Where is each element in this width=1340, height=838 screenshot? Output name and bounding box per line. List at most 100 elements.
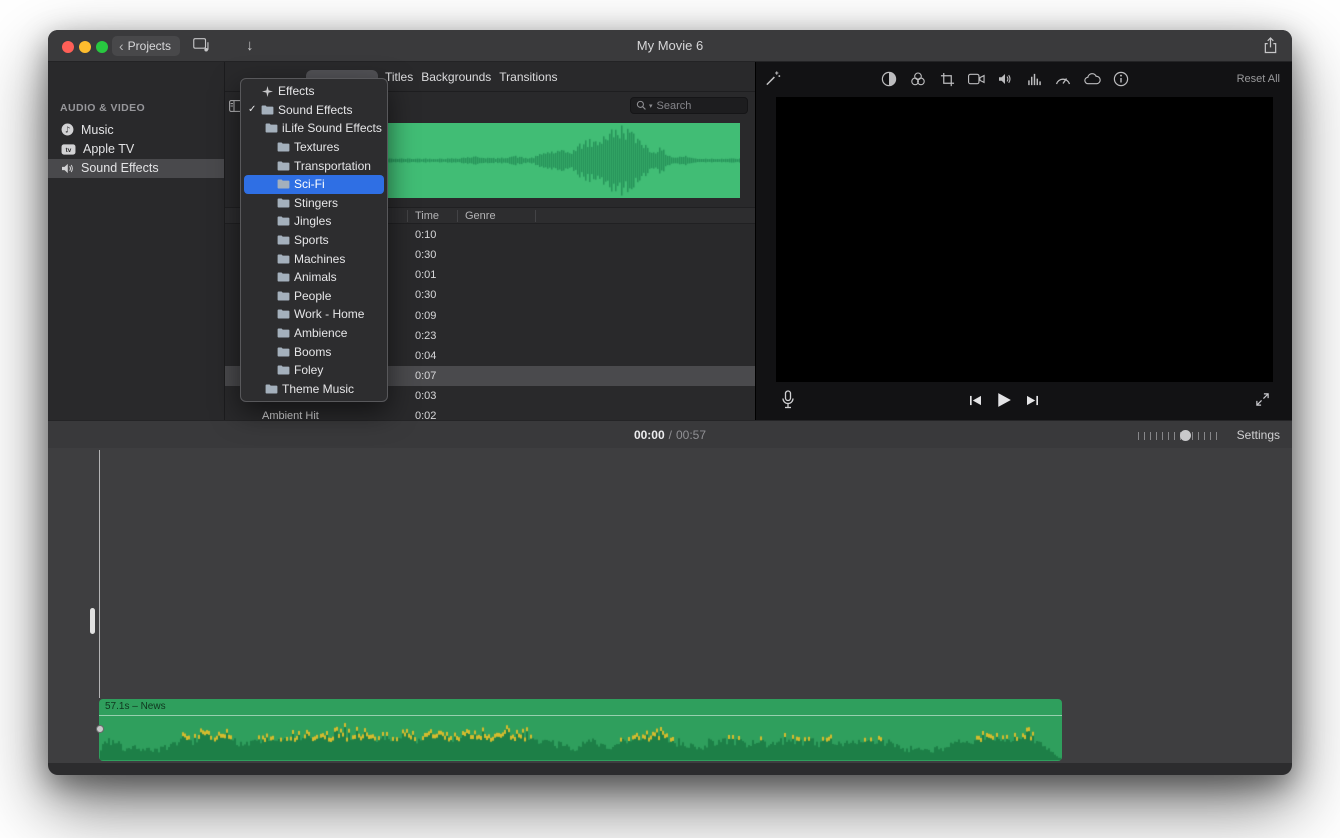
menu-item[interactable]: ✓ Theme Music <box>244 380 384 399</box>
timeline-time-display: 00:00/00:57 <box>48 428 1292 442</box>
column-divider <box>457 210 458 222</box>
row-time: 0:30 <box>415 249 436 261</box>
tab-transitions[interactable]: Transitions <box>499 70 557 84</box>
search-scope-chevron-icon: ▾ <box>649 102 653 110</box>
folder-icon <box>277 142 290 152</box>
noise-reduction-icon[interactable] <box>1025 73 1043 86</box>
menu-item[interactable]: ✓ Animals <box>244 268 384 287</box>
imovie-window: ‹ Projects ↓ My Movie 6 AUDIO & VIDEO ♪ … <box>48 30 1292 775</box>
magic-wand-icon[interactable] <box>764 70 781 87</box>
sound-effect-row[interactable]: Ambient Hit 0:02 <box>225 406 755 420</box>
menu-item-label: Booms <box>294 345 331 359</box>
column-header-genre[interactable]: Genre <box>465 210 496 222</box>
menu-item[interactable]: ✓ Foley <box>244 361 384 380</box>
playhead[interactable] <box>99 450 100 698</box>
menu-item-label: Theme Music <box>282 382 354 396</box>
menu-item-label: Effects <box>278 84 314 98</box>
menu-item[interactable]: ✓ Stingers <box>244 194 384 213</box>
volume-icon[interactable] <box>996 73 1014 85</box>
fade-handle[interactable] <box>96 725 104 733</box>
play-icon[interactable] <box>996 392 1012 408</box>
menu-item[interactable]: ✓ Sci-Fi <box>244 175 384 194</box>
current-time: 00:00 <box>634 428 665 442</box>
search-icon <box>636 100 647 111</box>
column-divider <box>535 210 536 222</box>
search-input[interactable] <box>655 99 742 113</box>
menu-item-label: Sci-Fi <box>294 177 325 191</box>
menu-item[interactable]: ✓ Jingles <box>244 212 384 231</box>
crop-icon[interactable] <box>938 72 956 87</box>
row-time: 0:02 <box>415 410 436 420</box>
sidebar-item-music[interactable]: ♪ Music <box>48 120 224 139</box>
menu-item[interactable]: ✓ People <box>244 287 384 306</box>
effects-cloud-icon[interactable] <box>1083 73 1101 85</box>
timeline-toolbar: 00:00/00:57 Settings <box>48 420 1292 448</box>
sidebar-item-sound-effects[interactable]: Sound Effects <box>48 159 224 178</box>
settings-button[interactable]: Settings <box>1237 428 1280 442</box>
svg-text:♪: ♪ <box>65 125 70 135</box>
menu-item[interactable]: ✓ Ambience <box>244 324 384 343</box>
sparkle-icon <box>262 86 273 97</box>
column-divider <box>407 210 408 222</box>
zoom-slider-thumb[interactable] <box>1180 430 1191 441</box>
previous-frame-icon[interactable] <box>969 395 982 406</box>
share-icon[interactable] <box>1263 37 1278 54</box>
menu-item[interactable]: ✓ Work - Home <box>244 305 384 324</box>
color-balance-icon[interactable] <box>880 71 898 87</box>
search-field[interactable]: ▾ <box>630 97 748 114</box>
sidebar-item-label: Sound Effects <box>81 161 159 175</box>
menu-item-label: Ambience <box>294 326 347 340</box>
sidebar-item-apple-tv[interactable]: tv Apple TV <box>48 139 224 158</box>
audio-clip[interactable]: 57.1s – News <box>99 699 1062 761</box>
column-header-time[interactable]: Time <box>415 210 439 222</box>
fullscreen-icon[interactable] <box>1255 392 1270 407</box>
menu-item-label: Stingers <box>294 196 338 210</box>
speed-icon[interactable] <box>1054 73 1072 85</box>
row-time: 0:03 <box>415 390 436 402</box>
library-sidebar: AUDIO & VIDEO ♪ Music tv Apple TV Sound … <box>48 62 225 420</box>
folder-icon <box>261 105 274 115</box>
menu-item-label: Machines <box>294 252 345 266</box>
menu-item[interactable]: ✓ Sports <box>244 231 384 250</box>
menu-item[interactable]: ✓ Transportation <box>244 156 384 175</box>
folder-icon <box>277 328 290 338</box>
svg-text:tv: tv <box>66 147 72 154</box>
folder-icon <box>277 309 290 319</box>
music-note-icon: ♪ <box>61 123 74 136</box>
volume-line[interactable] <box>99 715 1062 716</box>
color-correction-icon[interactable] <box>909 71 927 87</box>
reset-all-button[interactable]: Reset All <box>1237 73 1280 85</box>
menu-item[interactable]: ✓ Effects <box>244 82 384 101</box>
menu-item[interactable]: ✓ Sound Effects <box>244 101 384 120</box>
menu-item[interactable]: ✓ Textures <box>244 138 384 157</box>
timeline-area[interactable]: 57.1s – News <box>48 448 1292 763</box>
next-frame-icon[interactable] <box>1026 395 1039 406</box>
folder-icon <box>277 161 290 171</box>
tab-backgrounds[interactable]: Backgrounds <box>421 70 491 84</box>
row-time: 0:07 <box>415 370 436 382</box>
menu-item-label: Textures <box>294 140 339 154</box>
menu-item-label: Transportation <box>294 159 371 173</box>
menu-item-label: Animals <box>294 270 337 284</box>
clip-waveform <box>100 716 1061 760</box>
menu-item[interactable]: ✓ Machines <box>244 249 384 268</box>
stabilization-icon[interactable] <box>967 73 985 85</box>
menu-item[interactable]: ✓ Booms <box>244 342 384 361</box>
sidebar-header: AUDIO & VIDEO <box>60 102 145 114</box>
speaker-icon <box>61 163 74 174</box>
folder-icon <box>277 254 290 264</box>
preview-waveform[interactable] <box>385 123 740 198</box>
row-time: 0:04 <box>415 350 436 362</box>
tab-titles[interactable]: Titles <box>385 70 413 84</box>
video-preview[interactable] <box>776 97 1273 382</box>
timeline-zoom-slider[interactable] <box>1138 430 1222 441</box>
sidebar-item-label: Music <box>81 123 114 137</box>
checkmark-icon: ✓ <box>248 104 256 115</box>
time-separator: / <box>669 428 672 442</box>
adjust-toolbar <box>880 70 1130 88</box>
menu-item[interactable]: ✓ iLife Sound Effects <box>244 119 384 138</box>
info-icon[interactable] <box>1112 71 1130 87</box>
menu-item-label: Work - Home <box>294 307 364 321</box>
folder-icon <box>277 235 290 245</box>
menu-item-label: Foley <box>294 363 323 377</box>
